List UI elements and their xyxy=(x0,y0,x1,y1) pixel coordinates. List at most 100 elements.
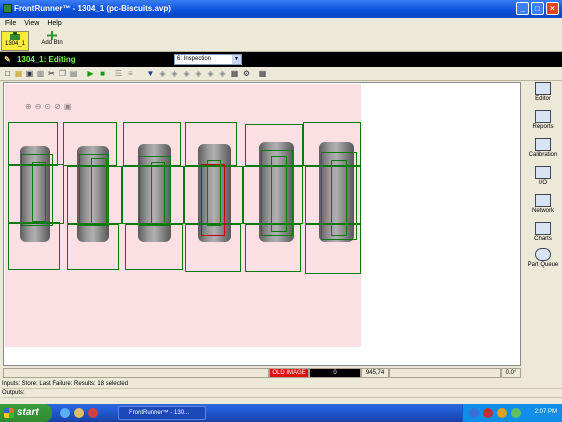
io-button[interactable]: I/O xyxy=(525,166,561,194)
charts-button[interactable]: Charts xyxy=(525,222,561,250)
camera-1304-button[interactable]: 1304_1 xyxy=(1,31,29,51)
windows-logo-icon xyxy=(4,408,14,418)
cut-icon[interactable]: ✂ xyxy=(47,69,56,78)
calibration-button[interactable]: Calibration xyxy=(525,138,561,166)
menu-view[interactable]: View xyxy=(24,18,39,29)
system-tray: 2:07 PM xyxy=(462,404,562,422)
folder-icon[interactable] xyxy=(74,408,84,418)
roi-box[interactable] xyxy=(331,160,347,236)
new-file-icon[interactable]: □ xyxy=(3,69,12,78)
menu-bar: File View Help xyxy=(0,18,562,29)
roi-box[interactable] xyxy=(8,222,60,270)
zoom-reset-icon[interactable]: ⊘ xyxy=(54,102,61,111)
menu-file[interactable]: File xyxy=(5,18,16,29)
save-icon[interactable]: ▣ xyxy=(25,69,34,78)
edit-status-text: 1304_1: Editing xyxy=(16,55,76,64)
editor-label: Editor xyxy=(535,96,551,102)
edit-toolbar: □ ▦ ▣ ▩ ✂ ❐ ▤ ▶ ■ ☰ ≡ ▼ ◈ ◈ ◈ ◈ ◈ ◈ ▦ ⚙ … xyxy=(0,67,562,81)
tool-a-icon[interactable]: ◈ xyxy=(158,69,167,78)
tool-d-icon[interactable]: ◈ xyxy=(194,69,203,78)
taskbar-item-frontrunner[interactable]: FrontRunner™ - 130... xyxy=(118,406,206,420)
export-icon[interactable]: ▦ xyxy=(258,69,267,78)
count-readout: 0 xyxy=(309,368,361,378)
chevron-down-icon[interactable]: ▼ xyxy=(232,55,241,64)
media-icon[interactable] xyxy=(88,408,98,418)
add-button[interactable]: Add Btn xyxy=(38,31,66,51)
zoom-toolbar: ⊕ ⊖ ⊙ ⊘ ▣ xyxy=(25,102,71,111)
roi-box[interactable] xyxy=(151,162,165,224)
reports-button[interactable]: Reports xyxy=(525,110,561,138)
tool-f-icon[interactable]: ◈ xyxy=(218,69,227,78)
grid-icon[interactable]: ▦ xyxy=(230,69,239,78)
camera-label: 1304_1 xyxy=(4,41,26,47)
add-button-label: Add Btn xyxy=(41,40,63,46)
network-label: Network xyxy=(531,208,554,214)
right-panel: Editor Reports Calibration I/O Network C… xyxy=(525,82,561,272)
plus-icon xyxy=(47,31,57,40)
io-label: I/O xyxy=(538,180,547,186)
io-icon xyxy=(535,166,551,179)
app-icon[interactable] xyxy=(3,4,12,13)
stack-icon[interactable]: ≡ xyxy=(126,69,135,78)
layers-icon[interactable]: ☰ xyxy=(114,69,123,78)
calibration-label: Calibration xyxy=(528,152,558,158)
reports-label: Reports xyxy=(532,124,554,130)
tray-icon[interactable] xyxy=(483,408,493,418)
editor-icon xyxy=(535,82,551,95)
angle-readout: 0.0° xyxy=(501,368,521,378)
start-button[interactable]: start xyxy=(0,404,52,422)
run-icon[interactable]: ▶ xyxy=(86,69,95,78)
taskbar-item-label: FrontRunner™ - 130... xyxy=(129,410,190,416)
roi-box[interactable] xyxy=(125,224,183,270)
window-controls: _ □ × xyxy=(516,2,559,15)
zoom-out-icon[interactable]: ⊖ xyxy=(35,102,42,111)
roi-box[interactable] xyxy=(32,162,46,222)
tool-b-icon[interactable]: ◈ xyxy=(170,69,179,78)
print-icon[interactable]: ▩ xyxy=(36,69,45,78)
reports-icon xyxy=(535,110,551,123)
window-title: FrontRunner™ - 1304_1 (pc-Biscuits.avp) xyxy=(14,4,171,13)
arrow-down-icon[interactable]: ▼ xyxy=(146,69,155,78)
menu-help[interactable]: Help xyxy=(47,18,61,29)
tray-icon[interactable] xyxy=(511,408,521,418)
part-queue-label: Part Queue xyxy=(527,262,559,268)
image-canvas[interactable]: ⊕ ⊖ ⊙ ⊘ ▣ xyxy=(3,82,521,366)
charts-icon xyxy=(535,222,551,235)
minimize-button[interactable]: _ xyxy=(516,2,529,15)
save-image-icon[interactable]: ▣ xyxy=(64,102,72,111)
tool-c-icon[interactable]: ◈ xyxy=(182,69,191,78)
inspection-select[interactable]: 6: Inspection ▼ xyxy=(174,54,242,65)
part-queue-button[interactable]: Part Queue xyxy=(525,248,561,276)
output-panel: Inputs: Store: Last Failure: Results: 18… xyxy=(0,380,562,404)
zoom-in-icon[interactable]: ⊕ xyxy=(25,102,32,111)
roi-box[interactable] xyxy=(91,158,107,224)
maximize-button[interactable]: □ xyxy=(531,2,544,15)
ie-icon[interactable] xyxy=(60,408,70,418)
title-bar: FrontRunner™ - 1304_1 (pc-Biscuits.avp) … xyxy=(0,0,562,18)
outputs-line: Outputs: xyxy=(2,389,562,398)
network-button[interactable]: Network xyxy=(525,194,561,222)
camera-icon xyxy=(10,32,20,40)
edit-status-bar: ✎ 1304_1: Editing 6: Inspection ▼ xyxy=(0,52,562,67)
tray-icon[interactable] xyxy=(469,408,479,418)
inspection-image[interactable]: ⊕ ⊖ ⊙ ⊘ ▣ xyxy=(5,84,361,347)
stop-icon[interactable]: ■ xyxy=(98,69,107,78)
tool-e-icon[interactable]: ◈ xyxy=(206,69,215,78)
roi-box[interactable] xyxy=(67,224,119,270)
start-label: start xyxy=(17,407,39,418)
main-toolbar: 1304_1 Add Btn xyxy=(0,29,562,52)
status-blank xyxy=(389,368,501,378)
zoom-fit-icon[interactable]: ⊙ xyxy=(44,102,51,111)
roi-box[interactable] xyxy=(271,156,287,232)
part-queue-icon xyxy=(535,248,551,261)
open-folder-icon[interactable]: ▦ xyxy=(14,69,23,78)
copy-icon[interactable]: ❐ xyxy=(58,69,67,78)
roi-box[interactable] xyxy=(207,160,221,226)
network-icon xyxy=(535,194,551,207)
tray-icon[interactable] xyxy=(497,408,507,418)
old-image-badge: OLD IMAGE xyxy=(269,368,309,378)
settings-icon[interactable]: ⚙ xyxy=(242,69,251,78)
close-button[interactable]: × xyxy=(546,2,559,15)
editor-button[interactable]: Editor xyxy=(525,82,561,110)
paste-icon[interactable]: ▤ xyxy=(69,69,78,78)
